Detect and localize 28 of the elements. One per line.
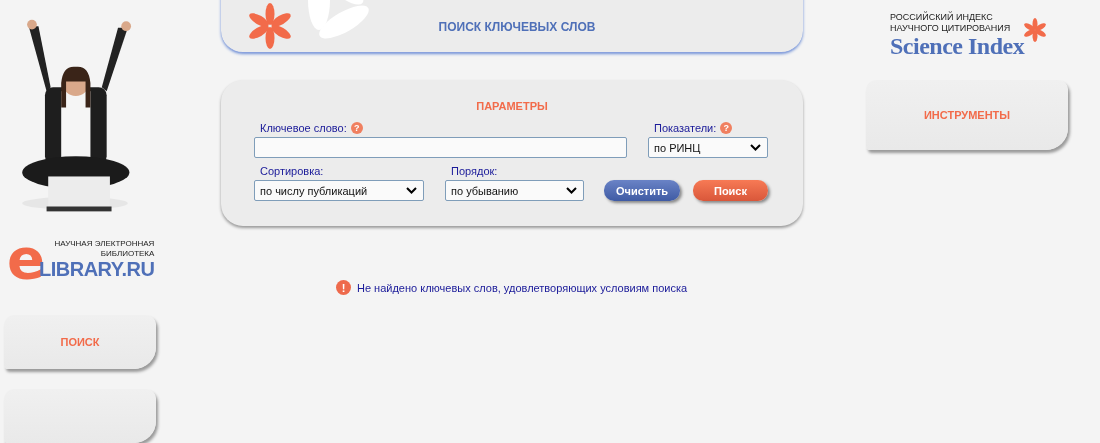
field-label: Сортировка: [260, 165, 324, 177]
search-button[interactable]: Поиск [693, 180, 768, 201]
field-label: Показатели: [654, 122, 717, 134]
order-dropdown[interactable]: по убыванию [445, 180, 584, 201]
section-title: ПАРАМЕТРЫ [476, 100, 548, 112]
help-icon[interactable]: ? [720, 122, 733, 134]
chevron-icon [750, 144, 761, 151]
science-index-logo[interactable]: РОССИЙСКИЙ ИНДЕКС НАУЧНОГО ЦИТИРОВАНИЯ Science Index [890, 12, 1070, 58]
logo-text: НАУЧНОГО ЦИТИРОВАНИЯ [890, 23, 1012, 34]
logo-wordmark: Science Index [890, 34, 1025, 58]
indicators-dropdown[interactable]: по РИНЦ [648, 137, 768, 158]
field-label: Ключевое слово: [260, 122, 347, 134]
chevron-icon [566, 187, 577, 194]
menu-card[interactable]: ПОИСК [4, 315, 156, 369]
alert-icon: ! [336, 280, 351, 295]
help-icon[interactable]: ? [350, 122, 363, 134]
keyword-input[interactable] [254, 137, 627, 158]
asterisk-icon [1024, 18, 1047, 42]
field-label: Порядок: [451, 165, 498, 177]
logo-text: НАУЧНАЯ ЭЛЕКТРОННАЯ [54, 239, 155, 249]
clear-button[interactable]: Очистить [604, 180, 680, 201]
page-title: ПОИСК КЛЮЧЕВЫХ СЛОВ [438, 20, 596, 34]
sort-dropdown[interactable]: по числу публикаций [254, 180, 424, 201]
logo-text: РОССИЙСКИЙ ИНДЕКС [890, 12, 994, 23]
logo-text: БИБЛИОТЕКА [100, 249, 155, 259]
status-message: Не найдено ключевых слов, удовлетворяющих условиям поиска [357, 281, 688, 294]
chevron-icon [406, 187, 417, 194]
menu-card[interactable]: ИНСТРУМЕНТЫ [866, 80, 1068, 150]
